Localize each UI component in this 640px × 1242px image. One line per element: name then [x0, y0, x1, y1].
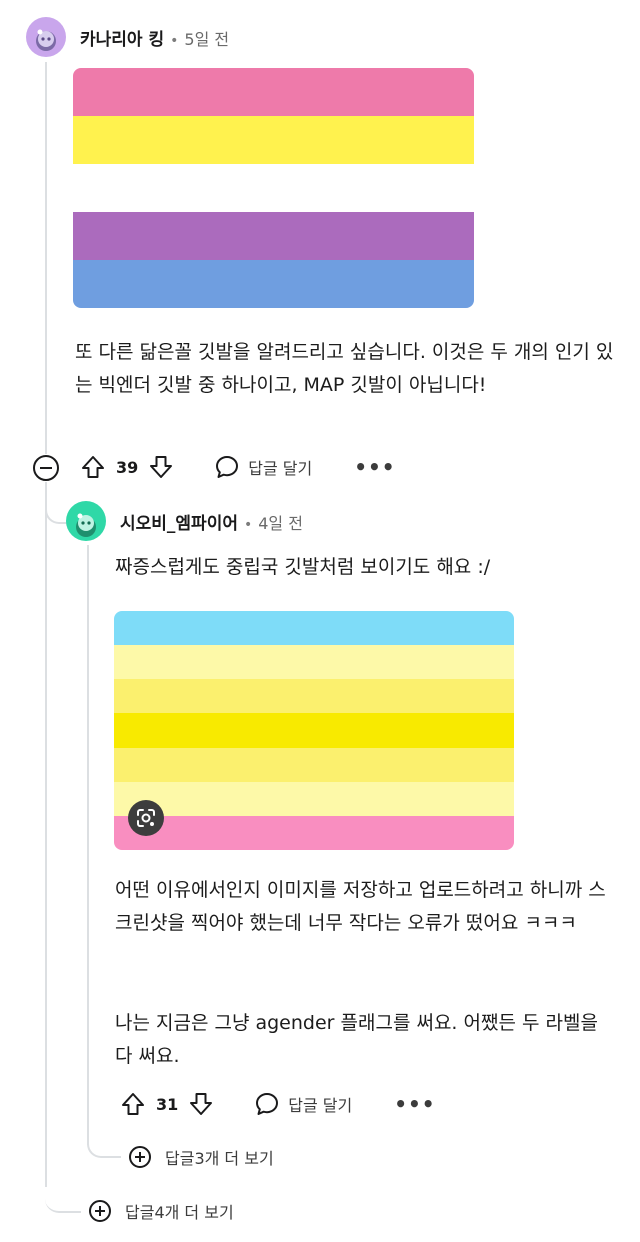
separator-dot: • [243, 517, 253, 533]
timestamp: 4일 전 [258, 514, 303, 533]
expand-plus-icon [129, 1146, 151, 1168]
downvote-icon[interactable] [148, 454, 174, 480]
more-replies-label: 답글4개 더 보기 [125, 1203, 234, 1222]
comment-actions: 31 답글 달기 ••• [120, 1088, 436, 1120]
flag-stripe [114, 782, 514, 816]
flag-image-1[interactable] [73, 68, 474, 308]
snoo-avatar-icon [36, 29, 56, 51]
comment-body-line1: 짜증스럽게도 중립국 깃발처럼 보이기도 해요 :/ [115, 556, 491, 578]
flag-stripe [73, 116, 474, 164]
flag-stripe [114, 713, 514, 748]
flag-stripe [73, 68, 474, 116]
flag-image-2[interactable] [114, 611, 514, 850]
more-options-icon[interactable]: ••• [354, 455, 395, 479]
flag-stripe [114, 816, 514, 850]
comment-bubble-icon [254, 1091, 280, 1117]
separator-dot: • [170, 33, 179, 49]
thread-line-root [45, 62, 47, 454]
camera-lens-icon[interactable] [128, 800, 164, 836]
reply-button[interactable]: 답글 달기 [214, 454, 312, 480]
upvote-icon[interactable] [80, 454, 106, 480]
comment-author-line: 카나리아 킹 • 5일 전 [80, 25, 229, 50]
comment-body-paragraph3: 나는 지금은 그냥 agender 플래그를 써요. 어쨌든 두 라벨을 다 써… [115, 1012, 598, 1067]
reply-label: 답글 달기 [288, 1096, 353, 1115]
comment-body: 또 다른 닮은꼴 깃발을 알려드리고 싶습니다. 이것은 두 개의 인기 있는 … [75, 341, 614, 396]
expand-plus-icon [89, 1200, 111, 1222]
comment-author-line: 시오비_엠파이어 • 4일 전 [120, 509, 303, 534]
snoo-avatar-icon [76, 513, 96, 537]
upvote-icon[interactable] [120, 1091, 146, 1117]
comment-body-paragraph2: 어떤 이유에서인지 이미지를 저장하고 업로드하려고 하니까 스크린샷을 찍어야… [115, 879, 606, 934]
collapse-thread-button[interactable] [33, 455, 59, 481]
thread-curve-more-replies-4 [45, 1185, 81, 1213]
thread-line-root-lower [45, 482, 47, 1187]
more-replies-button[interactable]: 답글3개 더 보기 [129, 1145, 274, 1169]
more-options-icon[interactable]: ••• [394, 1092, 435, 1116]
comment-bubble-icon [214, 454, 240, 480]
downvote-icon[interactable] [188, 1091, 214, 1117]
vote-count: 39 [116, 457, 139, 477]
flag-stripe [73, 212, 474, 260]
vote-count: 31 [156, 1094, 179, 1114]
reply-label: 답글 달기 [248, 459, 313, 478]
reply-button[interactable]: 답글 달기 [254, 1091, 352, 1117]
flag-stripe [114, 748, 514, 782]
flag-stripe [114, 679, 514, 713]
timestamp: 5일 전 [184, 30, 230, 49]
more-replies-button[interactable]: 답글4개 더 보기 [89, 1199, 234, 1223]
avatar[interactable] [26, 17, 66, 57]
flag-stripe [114, 611, 514, 645]
author-name[interactable]: 카나리아 킹 [80, 30, 164, 50]
thread-line-reply [87, 545, 89, 1145]
comment-actions: 39 답글 달기 ••• [80, 451, 396, 483]
flag-stripe [114, 645, 514, 679]
more-replies-label: 답글3개 더 보기 [165, 1149, 274, 1168]
thread-curve-more-replies-3 [87, 1130, 121, 1158]
avatar[interactable] [66, 501, 106, 541]
author-name[interactable]: 시오비_엠파이어 [120, 514, 238, 534]
flag-stripe [73, 164, 474, 212]
flag-stripe [73, 260, 474, 308]
